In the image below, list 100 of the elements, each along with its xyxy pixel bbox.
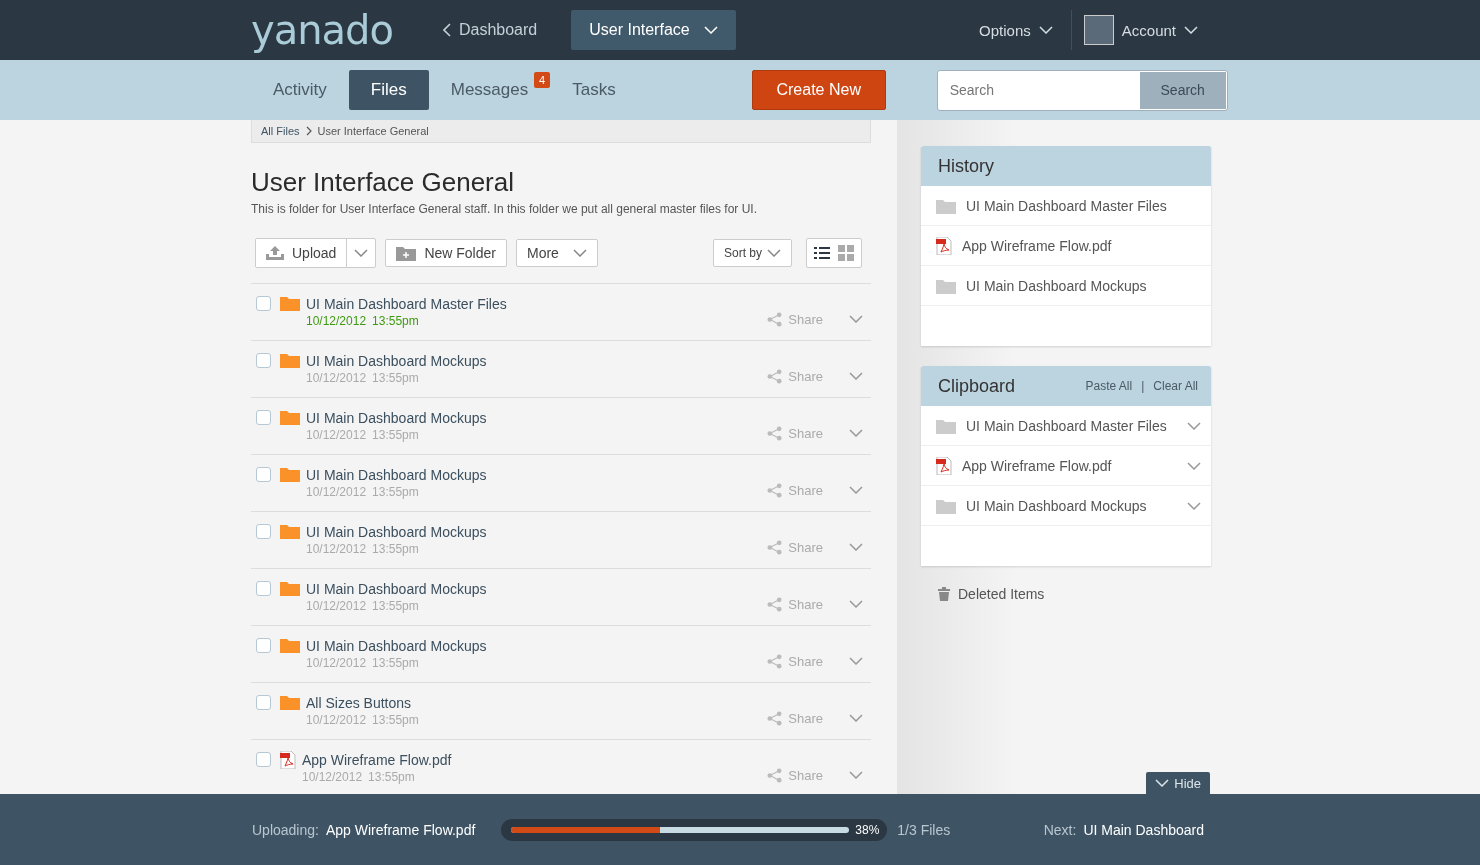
checkbox[interactable] (256, 695, 271, 710)
checkbox[interactable] (256, 353, 271, 368)
pdf-file-icon (936, 236, 952, 255)
share-icon (767, 425, 783, 441)
file-name[interactable]: UI Main Dashboard Mockups (306, 353, 768, 369)
file-time: 13:55pm (372, 485, 419, 499)
item-menu-button[interactable] (1187, 421, 1201, 430)
checkbox[interactable] (256, 581, 271, 596)
file-time: 13:55pm (372, 428, 419, 442)
grid-view-icon[interactable] (838, 245, 854, 261)
breadcrumb-link[interactable]: All Files (261, 125, 300, 137)
checkbox[interactable] (256, 524, 271, 539)
project-dropdown[interactable]: User Interface (571, 10, 736, 50)
count-badge: 4 (534, 72, 551, 88)
clipboard-item[interactable]: App Wireframe Flow.pdf (962, 457, 1177, 474)
file-date: 10/12/2012 (306, 428, 367, 442)
progress-percent: 38% (855, 822, 880, 837)
folder-icon (936, 417, 956, 434)
nav-tab[interactable]: Tasks (550, 70, 638, 110)
file-time: 13:55pm (372, 542, 419, 556)
folder-icon (280, 352, 300, 368)
avatar (1083, 15, 1114, 45)
deleted-items-link[interactable]: Deleted Items (921, 586, 1211, 602)
folder-icon (280, 694, 300, 710)
file-name[interactable]: UI Main Dashboard Mockups (306, 581, 768, 597)
chevron-down-icon (1187, 461, 1201, 470)
history-item[interactable]: App Wireframe Flow.pdf (962, 237, 1201, 254)
chevron-left-icon (442, 23, 451, 37)
file-name[interactable]: App Wireframe Flow.pdf (302, 752, 768, 768)
panel-title: History (938, 155, 995, 177)
clear-all-link[interactable]: Clear All (1153, 379, 1198, 393)
file-name[interactable]: UI Main Dashboard Mockups (306, 524, 768, 540)
file-time: 13:55pm (368, 770, 415, 784)
list-view-icon[interactable] (814, 246, 830, 260)
new-folder-button[interactable]: New Folder (385, 239, 507, 267)
trash-icon (938, 587, 950, 601)
file-name[interactable]: All Sizes Buttons (306, 695, 768, 711)
clipboard-item[interactable]: UI Main Dashboard Mockups (966, 497, 1177, 514)
nav-tab[interactable]: Activity (251, 70, 349, 110)
paste-all-link[interactable]: Paste All (1085, 379, 1133, 393)
share-icon (767, 539, 783, 555)
file-date: 10/12/2012 (306, 713, 367, 727)
file-time: 13:55pm (372, 656, 419, 670)
chevron-down-icon (849, 771, 863, 779)
hide-button[interactable]: Hide (1146, 772, 1210, 794)
chevron-down-icon (1155, 779, 1170, 787)
share-icon (767, 482, 783, 498)
pdf-file-icon (280, 751, 296, 769)
file-date: 10/12/2012 (306, 656, 367, 670)
options-menu[interactable]: Options (979, 21, 1071, 39)
folder-icon (280, 295, 300, 311)
file-count: 1/3 Files (897, 821, 951, 838)
chevron-down-icon (849, 372, 863, 380)
more-button[interactable]: More (515, 239, 598, 267)
clipboard-item[interactable]: UI Main Dashboard Master Files (966, 417, 1177, 434)
account-menu[interactable]: Account (1071, 15, 1480, 45)
item-menu-button[interactable] (1187, 461, 1201, 470)
create-new-button[interactable]: Create New (751, 70, 886, 110)
chevron-down-icon (849, 657, 863, 665)
back-link[interactable]: Dashboard (442, 21, 538, 39)
folder-icon (280, 580, 300, 596)
panel-title: Clipboard (938, 375, 1017, 397)
nav-tab[interactable]: Files (348, 70, 429, 110)
share-icon (767, 710, 783, 726)
checkbox[interactable] (256, 410, 271, 425)
chevron-down-icon (1038, 26, 1053, 34)
checkbox[interactable] (256, 752, 271, 767)
chevron-down-icon (354, 249, 369, 257)
file-name[interactable]: UI Main Dashboard Mockups (306, 467, 768, 483)
search-field[interactable]: Search Search (936, 69, 1228, 111)
file-time: 13:55pm (372, 314, 419, 328)
checkbox[interactable] (256, 638, 271, 653)
upload-button[interactable]: Upload (256, 239, 348, 267)
chevron-down-icon (849, 600, 863, 608)
file-date: 10/12/2012 (306, 599, 367, 613)
nav-tab[interactable]: Messages 4 (428, 70, 551, 110)
chevron-down-icon (767, 249, 781, 257)
chevron-down-icon (572, 249, 587, 257)
chevron-down-icon (849, 315, 863, 323)
uploading-label: Uploading: (252, 821, 319, 838)
search-button[interactable]: Search (1139, 71, 1226, 109)
file-date: 10/12/2012 (306, 542, 367, 556)
pdf-file-icon (936, 456, 952, 475)
checkbox[interactable] (256, 296, 271, 311)
share-icon (767, 767, 783, 783)
file-name[interactable]: UI Main Dashboard Mockups (306, 638, 768, 654)
file-name[interactable]: UI Main Dashboard Mockups (306, 410, 768, 426)
uploading-file: App Wireframe Flow.pdf (325, 821, 476, 838)
file-date: 10/12/2012 (306, 485, 367, 499)
checkbox[interactable] (256, 467, 271, 482)
sort-by-button[interactable]: Sort by (713, 239, 792, 267)
folder-icon (280, 637, 300, 653)
folder-icon (280, 466, 300, 482)
item-menu-button[interactable] (1187, 501, 1201, 510)
add-folder-icon (396, 245, 417, 261)
history-item[interactable]: UI Main Dashboard Mockups (966, 277, 1201, 294)
history-item[interactable]: UI Main Dashboard Master Files (966, 197, 1201, 214)
chevron-down-icon (849, 714, 863, 722)
file-time: 13:55pm (372, 371, 419, 385)
file-name[interactable]: UI Main Dashboard Master Files (306, 296, 768, 312)
